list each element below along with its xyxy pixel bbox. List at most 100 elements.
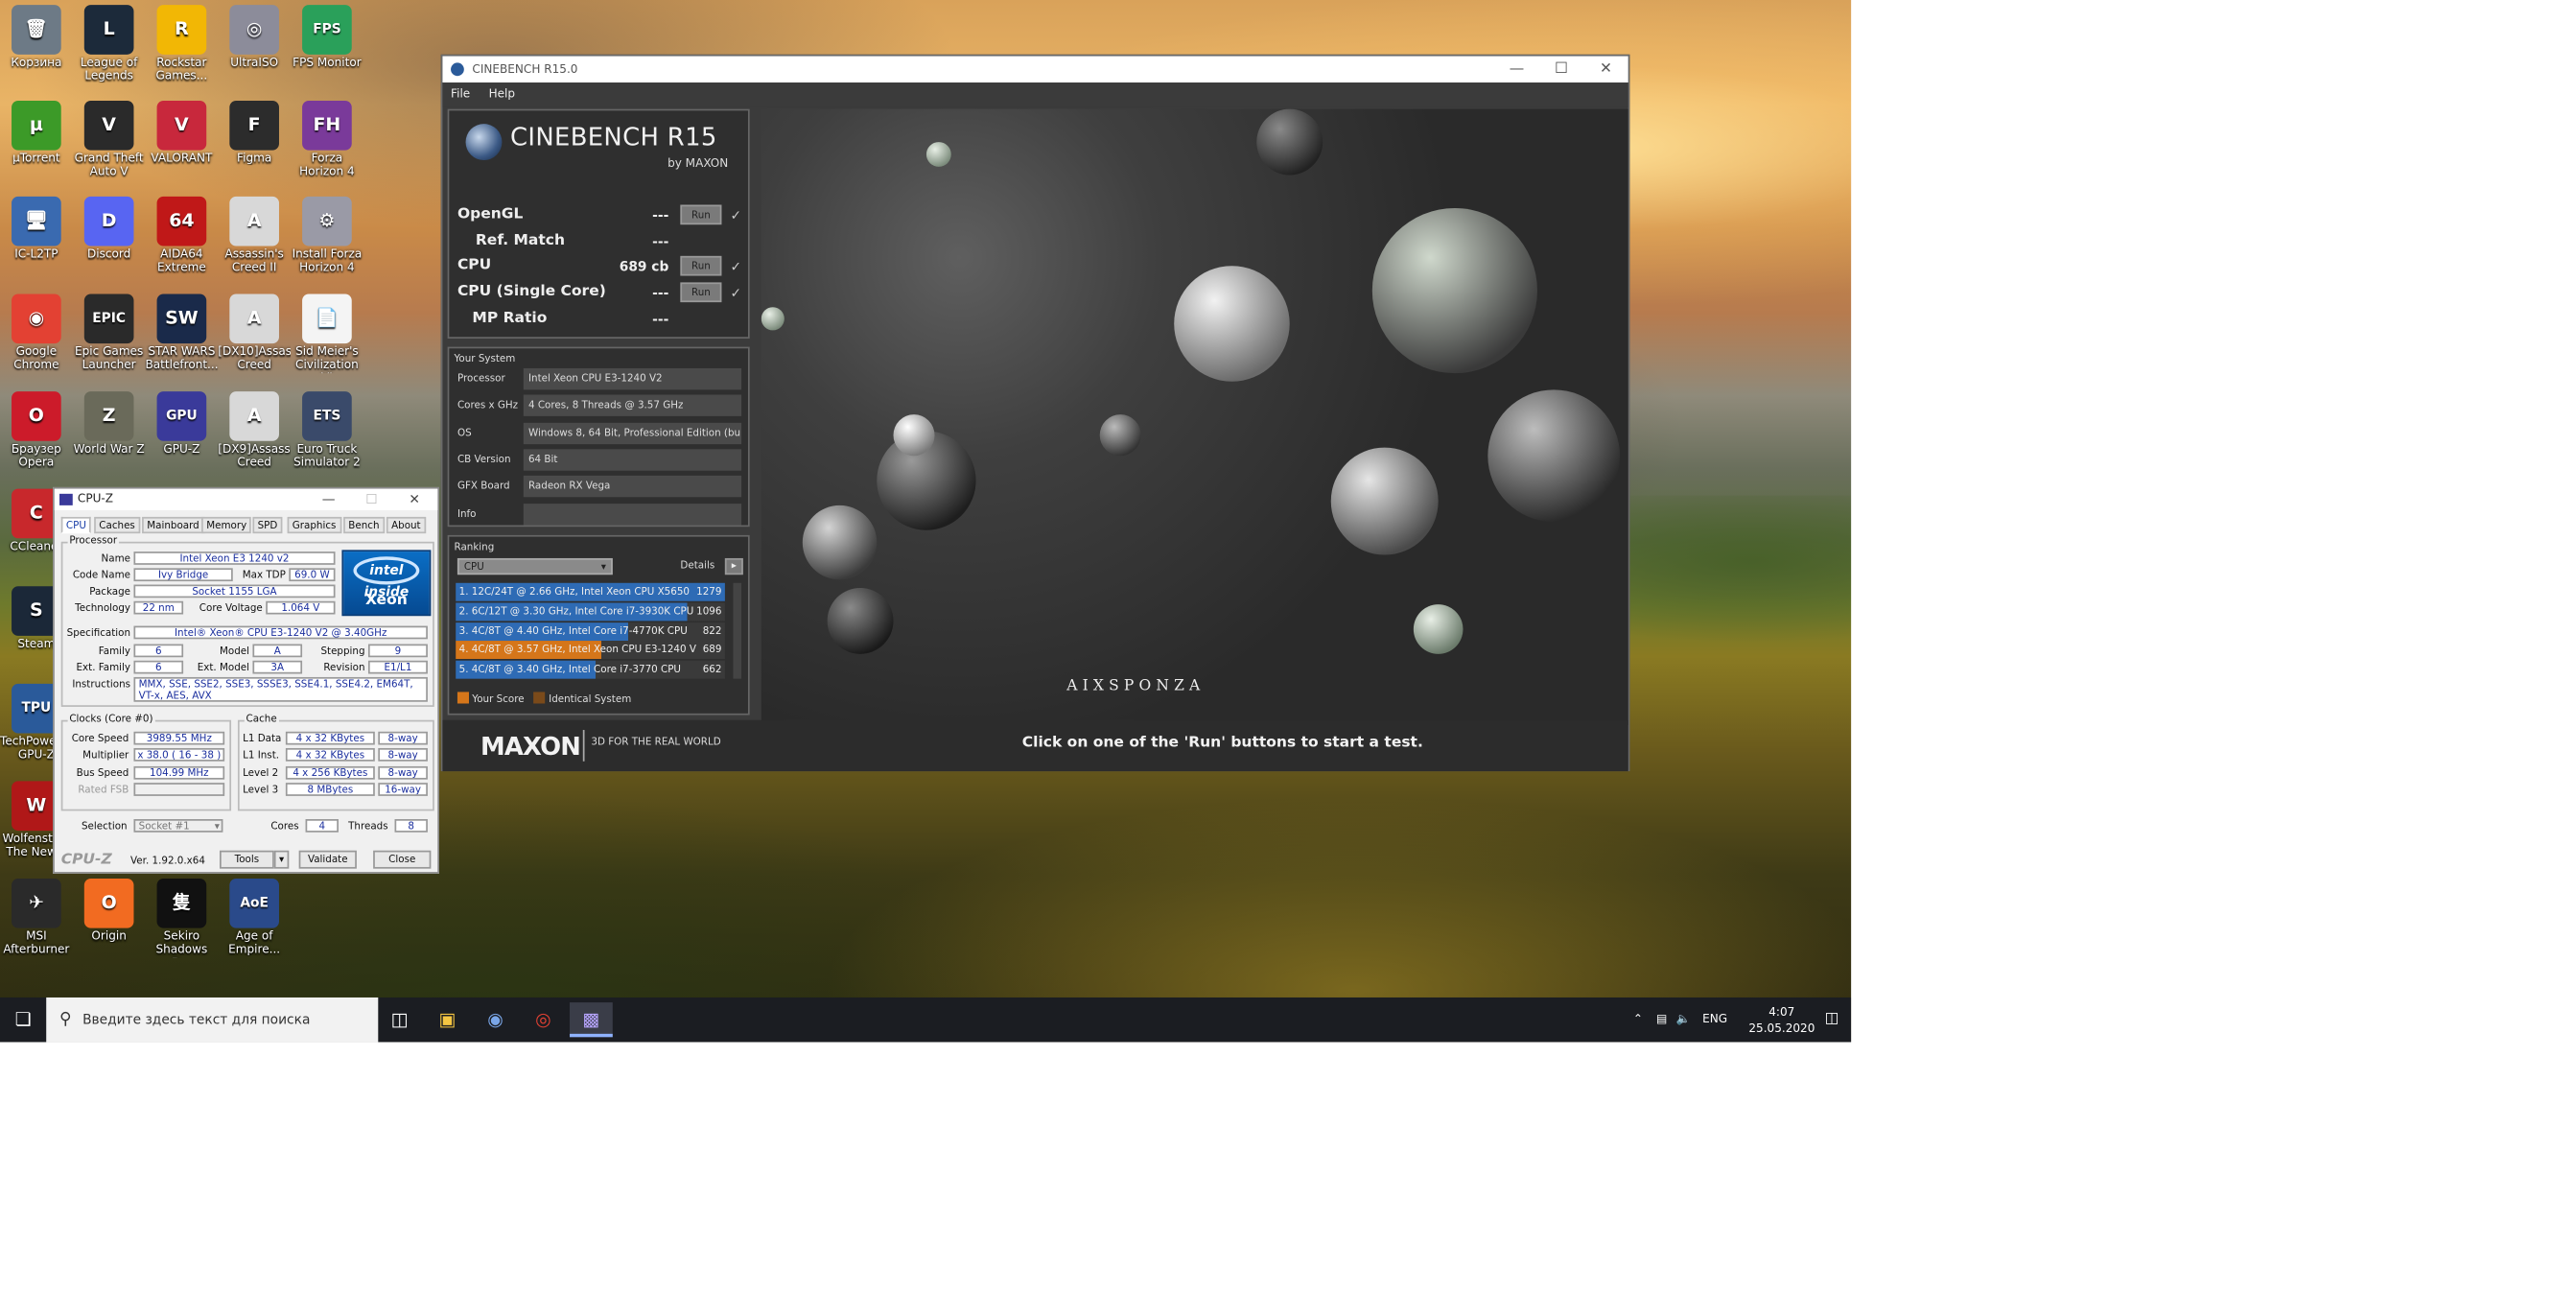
desktop-shortcut[interactable]: Z World War Z (73, 389, 146, 485)
desktop-shortcut[interactable]: A[DX9]Assass... Creed (218, 389, 291, 485)
tools-dropdown-button[interactable]: ▾ (273, 850, 290, 869)
desktop-shortcut[interactable]: ◉ Google Chrome (0, 293, 73, 388)
desktop-shortcut[interactable]: R Rockstar Games... (146, 3, 219, 99)
test-mp-ratio: MP Ratio --- (457, 309, 745, 330)
menu-help[interactable]: Help (489, 87, 515, 101)
cpuz-close-text-button[interactable]: Close (373, 850, 432, 869)
desktop-shortcut[interactable]: A[DX10]Assass... Creed (218, 293, 291, 388)
tab-mainboard[interactable]: Mainboard (142, 516, 204, 534)
assassins-creed-dx10-icon: A (229, 293, 279, 344)
desktop-shortcut[interactable]: V VALORANT (146, 99, 219, 195)
ranking-row-score: 1096 (696, 605, 722, 618)
bus-speed-label: Bus Speed (76, 767, 129, 780)
tab-graphics[interactable]: Graphics (287, 516, 341, 534)
taskbar-clock[interactable]: 4:07 25.05.2020 (1748, 1004, 1815, 1037)
desktop-shortcut[interactable]: L League of Legends (73, 3, 146, 99)
close-button[interactable]: ✕ (1583, 57, 1628, 83)
cinebench-titlebar[interactable]: CINEBENCH R15.0 — ☐ ✕ (442, 56, 1628, 83)
tab-bench[interactable]: Bench (343, 516, 385, 534)
ranking-row-text: 5. 4C/8T @ 3.40 GHz, Intel Core i7-3770 … (458, 664, 682, 676)
run-cpu-button[interactable]: Run (680, 255, 722, 276)
msi-afterburner-icon: ✈ (12, 878, 61, 928)
run-cpu-single-button[interactable]: Run (680, 282, 722, 303)
network-icon[interactable]: ▤ (1656, 998, 1667, 1042)
cinebench-title: CINEBENCH R15.0 (472, 62, 578, 77)
ranking-row[interactable]: 2. 6C/12T @ 3.30 GHz, Intel Core i7-3930… (456, 602, 725, 622)
desktop-shortcut[interactable]: 📄Sid Meier's Civilization VI (291, 293, 363, 388)
desktop-shortcut[interactable]: µ µTorrent (0, 99, 73, 195)
cpuz-close-button[interactable]: ✕ (398, 489, 431, 510)
desktop-shortcut[interactable]: 64 AIDA64 Extreme (146, 195, 219, 291)
minimize-button[interactable]: — (1494, 57, 1538, 83)
civilization-vi-icon: 📄 (302, 293, 352, 344)
menu-file[interactable]: File (451, 87, 470, 101)
system-row-value[interactable] (523, 503, 742, 525)
utorrent-icon: µ (12, 101, 61, 151)
validate-button[interactable]: Validate (298, 850, 357, 869)
show-hidden-icons-icon[interactable]: ⌃ (1633, 998, 1643, 1042)
desktop-shortcut[interactable]: V Grand Theft Auto V (73, 99, 146, 195)
file-explorer-icon[interactable]: ▣ (426, 1002, 469, 1037)
cinebench-taskbar-icon[interactable]: ◉ (474, 1002, 517, 1037)
tab-spd[interactable]: SPD (252, 516, 283, 534)
volume-icon[interactable]: 🔈 (1676, 998, 1691, 1042)
desktop-shortcut[interactable]: A Assassin's Creed II (218, 195, 291, 291)
desktop-shortcut[interactable]: D Discord (73, 195, 146, 291)
clocks-heading: Clocks (Core #0) (67, 713, 155, 727)
tab-about[interactable]: About (386, 516, 426, 534)
maximize-button[interactable]: ☐ (1539, 57, 1583, 83)
desktop-shortcut[interactable]: O Браузер Opera (0, 389, 73, 485)
run-opengl-button[interactable]: Run (680, 204, 722, 225)
maxon-logo: MAXON (480, 731, 581, 762)
desktop-shortcut[interactable]: F Figma (218, 99, 291, 195)
install-forza-icon: ⚙ (302, 196, 352, 246)
desktop-shortcut[interactable]: O Origin (73, 877, 146, 973)
multiplier-value: x 38.0 ( 16 - 38 ) (133, 747, 225, 762)
input-language[interactable]: ENG (1702, 998, 1727, 1042)
task-view-icon[interactable]: ◫ (378, 1002, 421, 1037)
details-toggle-button[interactable]: ▸ (724, 557, 743, 575)
windows-start-icon[interactable]: ❏ (0, 998, 46, 1042)
tools-button[interactable]: Tools (219, 850, 274, 869)
taskbar-search-box[interactable]: ⚲ Введите здесь текст для поиска (46, 997, 379, 1043)
desktop-shortcut[interactable]: EPIC Epic Games Launcher (73, 293, 146, 388)
desktop-shortcut-label: World War Z (73, 442, 145, 457)
desktop-shortcut[interactable]: 🗑 Корзина (0, 3, 73, 99)
ranking-row[interactable]: 3. 4C/8T @ 4.40 GHz, Intel Core i7-4770K… (456, 622, 725, 641)
desktop-shortcut[interactable]: AoE Age of Empire... (218, 877, 291, 973)
cpuz-window[interactable]: CPU-Z — ☐ ✕ CPU Caches Mainboard Memory … (53, 486, 439, 874)
notification-center-icon[interactable]: ◫ (1825, 998, 1839, 1042)
check-icon: ✓ (730, 207, 742, 223)
desktop-shortcut[interactable]: 🖥 IC-L2TP (0, 195, 73, 291)
forza-horizon-4-icon: FH (302, 101, 352, 151)
tab-cpu[interactable]: CPU (60, 516, 92, 534)
cpuz-minimize-button[interactable]: — (312, 489, 344, 510)
cpuz-taskbar-icon[interactable]: ▩ (570, 1002, 613, 1038)
desktop-shortcut[interactable]: FH Forza Horizon 4 (291, 99, 363, 195)
tab-caches[interactable]: Caches (94, 516, 141, 534)
desktop-shortcut[interactable]: 隻Sekiro Shadows D... (146, 877, 219, 973)
cpuz-maximize-button[interactable]: ☐ (355, 489, 387, 510)
ranking-scrollbar[interactable] (733, 582, 742, 679)
desktop-shortcut[interactable]: ETS Euro Truck Simulator 2 (291, 389, 363, 485)
ranking-row[interactable]: 5. 4C/8T @ 3.40 GHz, Intel Core i7-3770 … (456, 661, 725, 679)
tab-memory[interactable]: Memory (201, 516, 252, 534)
details-label: Details (680, 559, 715, 572)
chrome-taskbar-icon[interactable]: ◎ (522, 1002, 565, 1037)
ranking-row[interactable]: 4. 4C/8T @ 3.57 GHz, Intel Xeon CPU E3-1… (456, 641, 725, 660)
desktop-shortcut-label: Корзина (11, 56, 62, 70)
ranking-row[interactable]: 1. 12C/24T @ 2.66 GHz, Intel Xeon CPU X5… (456, 582, 725, 601)
selection-dropdown[interactable]: Socket #1 ▾ (133, 819, 223, 833)
desktop-shortcut[interactable]: SW STAR WARS Battlefront... (146, 293, 218, 388)
desktop-shortcut[interactable]: ⚙ Install Forza Horizon 4 (291, 195, 363, 291)
desktop-shortcut[interactable]: ✈ MSI Afterburner (0, 877, 73, 973)
technology-label: Technology (75, 602, 131, 615)
desktop-shortcut[interactable]: FPS FPS Monitor (291, 3, 363, 99)
cinebench-window[interactable]: CINEBENCH R15.0 — ☐ ✕ File Help CINEBENCH … (440, 54, 1630, 772)
intel-xeon-logo: intel inside Xeon (341, 550, 432, 617)
ext-model-value: 3A (252, 660, 303, 674)
desktop-shortcut[interactable]: GPU GPU-Z (146, 389, 219, 485)
ranking-dropdown[interactable]: CPU ▾ (457, 557, 613, 575)
cpuz-titlebar[interactable]: CPU-Z — ☐ ✕ (54, 488, 438, 511)
desktop-shortcut[interactable]: ◎ UltraISO (218, 3, 291, 99)
